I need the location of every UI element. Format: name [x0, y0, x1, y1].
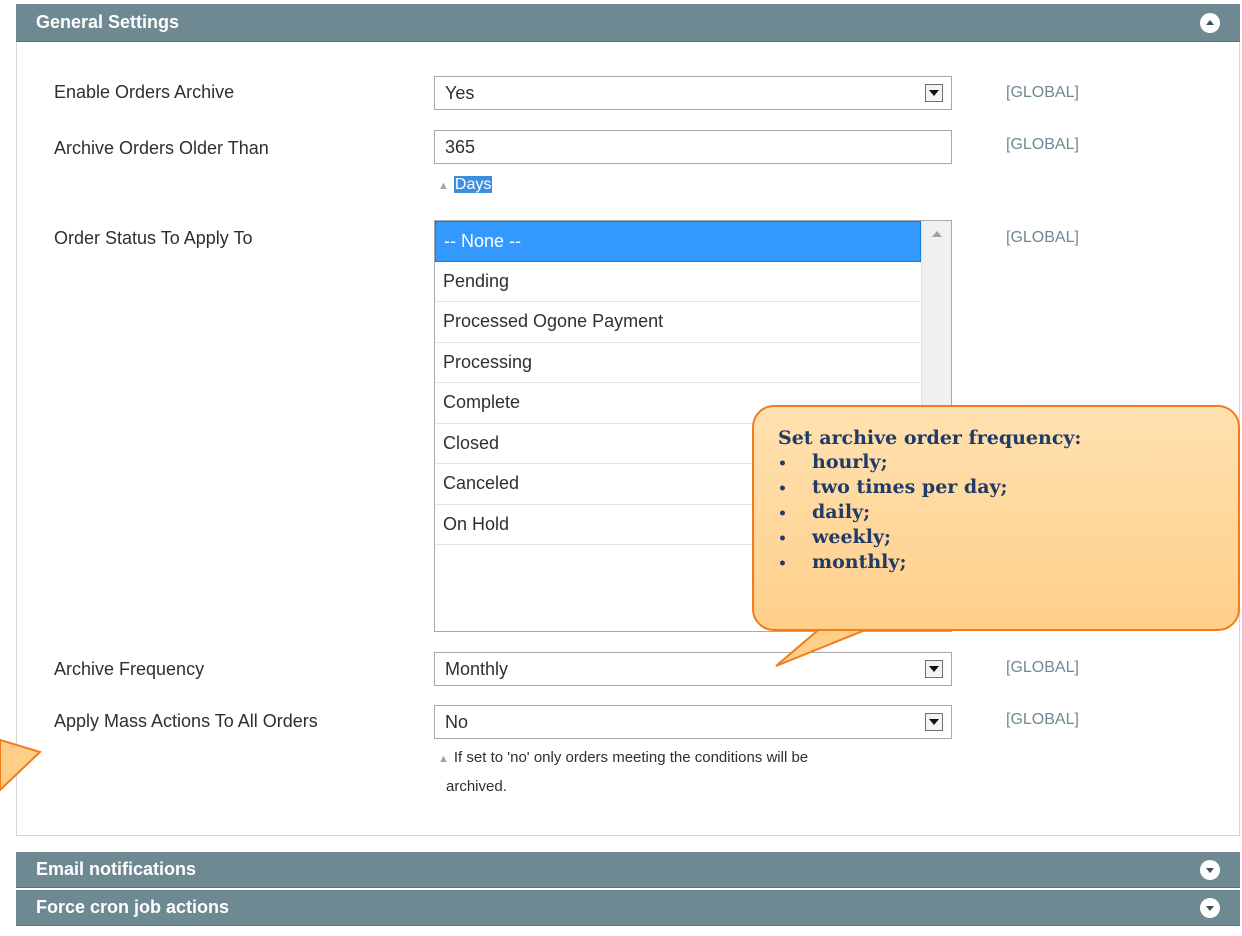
- select-value: No: [445, 711, 469, 732]
- select-value: Monthly: [445, 658, 509, 679]
- list-item[interactable]: Processing: [435, 343, 921, 383]
- list-item: • daily;: [778, 501, 871, 523]
- scope-label: [GLOBAL]: [1006, 659, 1079, 676]
- hint-triangle-icon: ▲: [438, 753, 449, 765]
- mass-actions-select[interactable]: No: [434, 705, 952, 739]
- enable-archive-select[interactable]: Yes: [434, 76, 952, 110]
- callout-title: Set archive order frequency:: [778, 427, 1082, 449]
- enable-archive-label: Enable Orders Archive: [54, 82, 235, 102]
- section-title: Email notifications: [36, 859, 197, 879]
- email-notifications-header[interactable]: Email notifications: [16, 852, 1240, 888]
- days-hint: ▲ Days: [438, 176, 493, 193]
- scope-label: [GLOBAL]: [1006, 229, 1079, 246]
- collapse-up-icon[interactable]: [1200, 12, 1220, 33]
- callout-list: • hourly; • two times per day; • daily; • we…: [778, 451, 1214, 576]
- list-item: • hourly;: [778, 451, 888, 473]
- list-item[interactable]: Pending: [435, 262, 921, 302]
- list-item[interactable]: -- None --: [435, 221, 921, 262]
- scope-label: [GLOBAL]: [1006, 136, 1079, 153]
- scope-label: [GLOBAL]: [1006, 711, 1079, 728]
- frequency-callout: Set archive order frequency: • hourly; • t…: [752, 405, 1240, 631]
- list-item: • monthly;: [778, 551, 907, 573]
- mass-actions-label: Apply Mass Actions To All Orders: [54, 711, 318, 731]
- mass-actions-hint: ▲ If set to 'no' only orders meeting the …: [438, 749, 809, 795]
- expand-down-icon[interactable]: [1200, 897, 1220, 918]
- chevron-down-icon[interactable]: [925, 713, 943, 731]
- section-title: Force cron job actions: [36, 897, 230, 917]
- scroll-up-icon[interactable]: [932, 231, 942, 237]
- general-settings-header[interactable]: General Settings: [16, 4, 1240, 42]
- input-value: 365: [445, 136, 476, 157]
- archive-frequency-label: Archive Frequency: [54, 659, 205, 679]
- list-item: • weekly;: [778, 526, 891, 548]
- select-value: Yes: [445, 82, 475, 103]
- force-cron-header[interactable]: Force cron job actions: [16, 890, 1240, 926]
- archive-older-input[interactable]: 365: [434, 130, 952, 164]
- callout-pointer-partial: [0, 738, 42, 792]
- hint-triangle-icon: ▲: [438, 180, 449, 192]
- section-title: General Settings: [36, 12, 180, 32]
- scope-label: [GLOBAL]: [1006, 84, 1079, 101]
- archive-older-label: Archive Orders Older Than: [54, 138, 269, 158]
- expand-down-icon[interactable]: [1200, 859, 1220, 880]
- order-status-label: Order Status To Apply To: [54, 228, 253, 248]
- chevron-down-icon[interactable]: [925, 84, 943, 102]
- list-item: • two times per day;: [778, 476, 1008, 498]
- list-item[interactable]: Processed Ogone Payment: [435, 302, 921, 343]
